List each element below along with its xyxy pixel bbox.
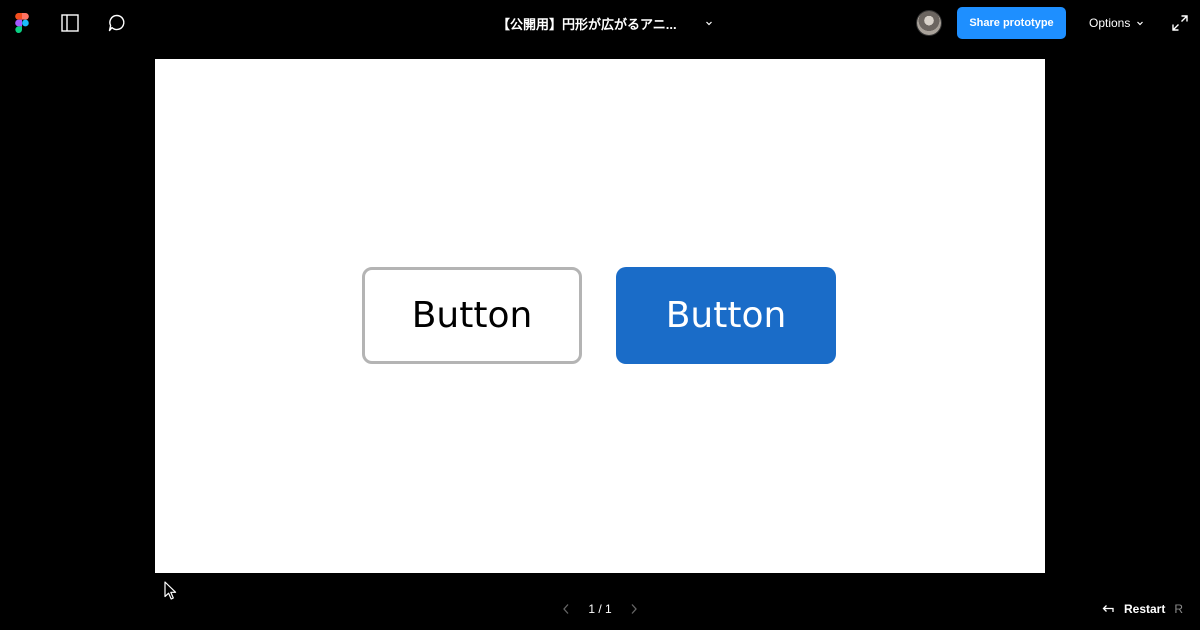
file-title[interactable]: 【公開用】円形が広がるアニ...	[497, 14, 677, 33]
chevron-down-icon[interactable]	[703, 16, 715, 28]
avatar[interactable]	[917, 11, 941, 35]
restart-button[interactable]: Restart R	[1101, 602, 1183, 616]
restart-label: Restart	[1124, 602, 1166, 616]
comment-bubble-icon[interactable]	[105, 11, 129, 35]
expand-arrows-icon[interactable]	[1171, 14, 1189, 32]
share-prototype-button[interactable]: Share prototype	[957, 7, 1066, 39]
mouse-cursor-icon	[164, 581, 178, 601]
prototype-viewer: 【公開用】円形が広がるアニ... Share prototype Options…	[0, 0, 1200, 630]
page-navigator: 1 / 1	[560, 600, 640, 618]
figma-logo-icon[interactable]	[10, 11, 34, 35]
restart-shortcut: R	[1174, 602, 1184, 616]
filled-button[interactable]: Button	[616, 267, 836, 364]
chevron-down-icon	[1137, 21, 1144, 26]
chevron-left-icon[interactable]	[560, 602, 572, 616]
sidebar-panel-icon[interactable]	[58, 11, 82, 35]
options-menu-button[interactable]: Options	[1089, 16, 1145, 30]
prototype-canvas: Button Button	[155, 59, 1045, 573]
chevron-right-icon[interactable]	[628, 602, 640, 616]
page-indicator: 1 / 1	[588, 602, 612, 616]
options-label: Options	[1089, 16, 1131, 30]
outline-button[interactable]: Button	[362, 267, 582, 364]
arrow-left-icon	[1102, 605, 1114, 612]
top-toolbar: 【公開用】円形が広がるアニ... Share prototype Options	[0, 0, 1200, 46]
